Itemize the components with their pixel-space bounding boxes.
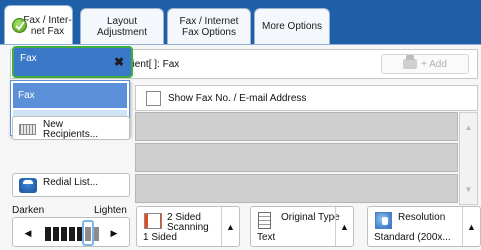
document-icon: [258, 212, 271, 229]
dropdown-arrow-icon: ▲: [335, 207, 353, 246]
option-fax[interactable]: Fax: [13, 83, 127, 108]
tab-label: Fax / Inter- net Fax: [23, 14, 72, 37]
tab-bar: Fax / Inter- net Fax Layout Adjustment F…: [0, 0, 481, 45]
check-icon: [12, 18, 27, 33]
show-fax-address-toggle[interactable]: Show Fax No. / E-mail Address: [135, 85, 478, 111]
dropdown-arrow-icon: ▲: [221, 207, 239, 246]
feature-title: Original Type: [281, 212, 340, 223]
tab-fax-internet-fax-options[interactable]: Fax / Internet Fax Options: [167, 8, 251, 44]
add-recipient-button[interactable]: + Add: [381, 54, 469, 74]
scroll-down-icon[interactable]: ▼: [460, 185, 477, 194]
show-fax-label: Show Fax No. / E-mail Address: [168, 93, 307, 104]
two-sided-scanning-button[interactable]: 2 Sided Scanning 1 Sided ▲: [136, 206, 240, 247]
address-type-select[interactable]: Fax ✖: [12, 46, 133, 78]
density-bar: [53, 227, 59, 241]
darken-label: Darken: [12, 205, 45, 216]
density-bar: [69, 227, 75, 241]
two-sided-icon: [144, 213, 162, 229]
density-bar: [61, 227, 67, 241]
tab-label: Fax / Internet Fax Options: [179, 15, 239, 38]
resolution-icon: [375, 212, 392, 229]
original-type-button[interactable]: Original Type Text ▲: [250, 206, 354, 247]
keyboard-icon: [19, 124, 36, 135]
main-panel: Recipient[ ]: Fax + Add Fax ✖ Fax Intern…: [0, 44, 481, 250]
list-item[interactable]: [135, 112, 458, 141]
list-scrollbar[interactable]: ▲ ▼: [459, 112, 478, 205]
redial-list-label: Redial List...: [43, 177, 99, 188]
density-control: ◀ ▶: [12, 217, 130, 247]
show-fax-checkbox[interactable]: [146, 91, 161, 106]
darken-arrow-button[interactable]: ◀: [17, 223, 39, 243]
density-bar: [45, 227, 51, 241]
density-bars: [45, 220, 99, 246]
scroll-up-icon[interactable]: ▲: [460, 123, 477, 132]
resolution-button[interactable]: Resolution Standard (200x... ▲: [367, 206, 481, 247]
feature-title: 2 Sided Scanning: [167, 212, 209, 233]
tab-label: Layout Adjustment: [96, 15, 148, 38]
feature-value: 1 Sided: [143, 232, 177, 243]
add-label: + Add: [421, 58, 447, 70]
close-icon[interactable]: ✖: [110, 53, 128, 71]
density-marker: [82, 220, 94, 246]
list-item[interactable]: [135, 174, 458, 203]
new-recipients-label: New Recipients...: [43, 119, 99, 140]
phone-icon: [19, 178, 37, 193]
address-type-selected: Fax: [20, 53, 37, 64]
dropdown-arrow-icon: ▲: [462, 207, 480, 246]
redial-list-button[interactable]: Redial List...: [12, 173, 130, 197]
lighten-label: Lighten: [94, 205, 127, 216]
fax-machine-icon: [403, 55, 418, 69]
tab-fax-internet-fax[interactable]: Fax / Inter- net Fax: [4, 5, 73, 45]
feature-title: Resolution: [398, 212, 446, 223]
feature-value: Text: [257, 232, 276, 243]
recipient-list: [135, 112, 458, 205]
new-recipients-button[interactable]: New Recipients...: [12, 116, 130, 140]
tab-layout-adjustment[interactable]: Layout Adjustment: [80, 8, 164, 44]
lighten-arrow-button[interactable]: ▶: [103, 223, 125, 243]
feature-value: Standard (200x...: [374, 232, 451, 243]
tab-label: More Options: [261, 21, 323, 32]
list-item[interactable]: [135, 143, 458, 172]
tab-more-options[interactable]: More Options: [254, 8, 330, 44]
